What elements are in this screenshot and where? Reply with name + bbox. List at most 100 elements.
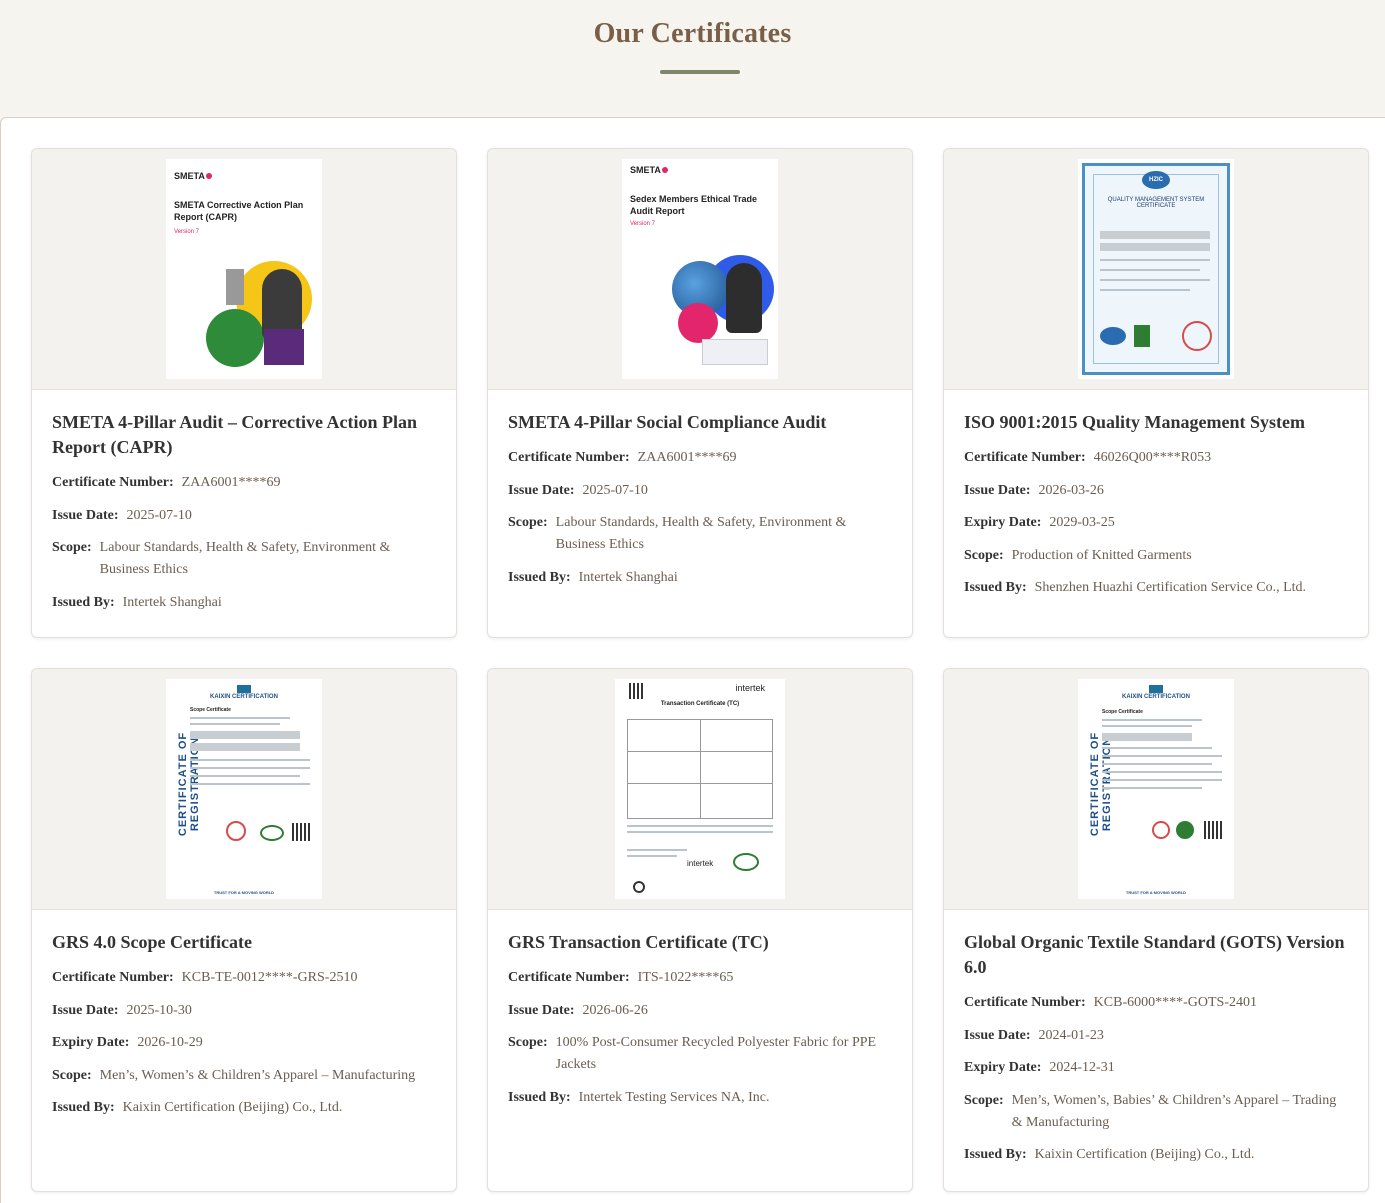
grs-logo-icon [733, 853, 759, 871]
certificate-title: Global Organic Textile Standard (GOTS) V… [964, 932, 1345, 977]
certificate-number: ITS-1022****65 [637, 970, 734, 985]
hzic-badge: HZIC [1142, 171, 1170, 189]
gots-logo-icon [1176, 821, 1194, 839]
issued-by: Intertek Shanghai [122, 594, 222, 610]
certificate-title: GRS Transaction Certificate (TC) [508, 932, 769, 952]
thumbnail-footer: TRUST FOR A MOVING WORLD [213, 890, 275, 895]
thumbnail-title: SMETA Corrective Action Plan Report (CAP… [174, 200, 304, 222]
certificate-number: KCB-TE-0012****-GRS-2510 [181, 970, 358, 985]
issued-by-row: Issued By: Kaixin Certification (Beijing)… [964, 1144, 1348, 1166]
gots-certificate-thumbnail[interactable]: CERTIFICATE OF REGISTRATION KAIXIN CERTI… [1078, 679, 1234, 899]
certificate-card-grs-scope[interactable]: CERTIFICATE OF REGISTRATION KAIXIN CERTI… [31, 668, 457, 1192]
grs-tc-certificate-thumbnail[interactable]: intertek Transaction Certificate (TC) in… [615, 679, 785, 899]
issue-date: 2025-07-10 [126, 507, 192, 523]
scope-row: Scope: Labour Standards, Health & Safety,… [52, 537, 436, 581]
certificate-number-row: Certificate Number: KCB-TE-0012****-GRS-2… [52, 967, 436, 989]
thumbnail-title: QUALITY MANAGEMENT SYSTEM CERTIFICATE [1107, 197, 1205, 209]
certificate-number-row: Certificate Number: ITS-1022****65 [508, 967, 892, 989]
issue-date-row: Issue Date: 2024-01-23 [964, 1025, 1348, 1047]
certificate-image-container: CERTIFICATE OF REGISTRATION KAIXIN CERTI… [32, 669, 456, 910]
scope: Labour Standards, Health & Safety, Envir… [555, 515, 847, 552]
certificate-title: GRS 4.0 Scope Certificate [52, 932, 252, 952]
thumbnail-heading: Transaction Certificate (TC) [660, 701, 740, 707]
certificate-details: SMETA 4-Pillar Social Compliance Audit C… [488, 390, 912, 615]
issue-date: 2025-10-30 [126, 1002, 192, 1018]
thumbnail-heading: Scope Certificate [1102, 709, 1143, 715]
certificate-card-smeta-audit[interactable]: SMETA Sedex Members Ethical Trade Audit … [487, 148, 913, 638]
certificate-image-container: CERTIFICATE OF REGISTRATION KAIXIN CERTI… [944, 669, 1368, 910]
scope: Men’s, Women’s, Babies’ & Children’s App… [1011, 1092, 1337, 1130]
scope: Production of Knitted Garments [1011, 547, 1192, 563]
smeta-audit-document-thumbnail[interactable]: SMETA Sedex Members Ethical Trade Audit … [622, 159, 778, 379]
certificate-image-container: HZIC QUALITY MANAGEMENT SYSTEM CERTIFICA… [944, 149, 1368, 390]
qr-code-icon [292, 823, 310, 841]
expiry-date: 2024-12-31 [1049, 1060, 1115, 1075]
green-circle-graphic [206, 309, 264, 367]
certificate-number: 46026Q00****R053 [1093, 450, 1212, 465]
certificate-image-container: SMETA SMETA Corrective Action Plan Repor… [32, 149, 456, 390]
iso-certificate-thumbnail[interactable]: HZIC QUALITY MANAGEMENT SYSTEM CERTIFICA… [1078, 159, 1234, 379]
certificate-of-registration-vertical-text: CERTIFICATE OF REGISTRATION [1089, 731, 1113, 837]
issue-date-row: Issue Date: 2026-06-26 [508, 1000, 892, 1022]
grs-scope-certificate-thumbnail[interactable]: CERTIFICATE OF REGISTRATION KAIXIN CERTI… [166, 679, 322, 899]
issued-by: Intertek Shanghai [578, 569, 678, 585]
page-title: Our Certificates [593, 18, 792, 49]
issue-date: 2024-01-23 [1038, 1027, 1104, 1043]
certificate-card-iso-9001[interactable]: HZIC QUALITY MANAGEMENT SYSTEM CERTIFICA… [943, 148, 1369, 638]
scope-row: Scope: Labour Standards, Health & Safety,… [508, 512, 892, 556]
laptop-graphic [702, 339, 768, 365]
certificate-number-row: Certificate Number: ZAA6001****69 [508, 447, 892, 469]
certificate-card-gots[interactable]: CERTIFICATE OF REGISTRATION KAIXIN CERTI… [943, 668, 1369, 1192]
issue-date-row: Issue Date: 2025-07-10 [52, 505, 436, 527]
title-underline [660, 70, 740, 74]
grs-logo-icon [260, 825, 284, 841]
scope-row: Scope: Men’s, Women’s, Babies’ & Children… [964, 1090, 1348, 1134]
certificate-image-container: SMETA Sedex Members Ethical Trade Audit … [488, 149, 912, 390]
certificate-title: SMETA 4-Pillar Social Compliance Audit [508, 412, 827, 432]
scope: Men’s, Women’s & Children’s Apparel – Ma… [99, 1067, 416, 1083]
certificate-number: ZAA6001****69 [181, 475, 281, 490]
intertek-logo: intertek [735, 683, 765, 693]
expiry-date: 2026-10-29 [137, 1035, 203, 1050]
scope: 100% Post-Consumer Recycled Polyester Fa… [555, 1035, 877, 1072]
certificate-number: ZAA6001****69 [637, 450, 737, 465]
certificate-details: ISO 9001:2015 Quality Management System … [944, 390, 1368, 626]
scope-row: Scope: 100% Post-Consumer Recycled Polyes… [508, 1032, 892, 1076]
smeta-capr-document-thumbnail[interactable]: SMETA SMETA Corrective Action Plan Repor… [166, 159, 322, 379]
certificate-details: Global Organic Textile Standard (GOTS) V… [944, 910, 1368, 1191]
pink-circle-graphic [678, 303, 718, 343]
certificate-card-smeta-capr[interactable]: SMETA SMETA Corrective Action Plan Repor… [31, 148, 457, 638]
kaixin-logo: KAIXIN CERTIFICATION [166, 685, 322, 700]
issued-by: Shenzhen Huazhi Certification Service Co… [1034, 580, 1307, 595]
certificate-details: SMETA 4-Pillar Audit – Corrective Action… [32, 390, 456, 637]
stack-graphic [226, 269, 244, 305]
issue-date: 2026-06-26 [582, 1002, 648, 1018]
certificate-title: ISO 9001:2015 Quality Management System [964, 412, 1305, 432]
issued-by-row: Issued By: Kaixin Certification (Beijing)… [52, 1097, 436, 1119]
expiry-date-row: Expiry Date: 2026-10-29 [52, 1032, 436, 1054]
certificate-of-registration-vertical-text: CERTIFICATE OF REGISTRATION [177, 731, 201, 837]
issued-by-row: Issued By: Shenzhen Huazhi Certification … [964, 577, 1348, 599]
intertek-stamp-logo: intertek [687, 859, 714, 868]
signature-icon [633, 881, 645, 893]
thumbnail-footer: TRUST FOR A MOVING WORLD [1125, 890, 1187, 895]
certificate-image-container: intertek Transaction Certificate (TC) in… [488, 669, 912, 910]
scope: Labour Standards, Health & Safety, Envir… [99, 540, 391, 577]
certificate-card-grs-tc[interactable]: intertek Transaction Certificate (TC) in… [487, 668, 913, 1192]
issue-date-row: Issue Date: 2025-10-30 [52, 1000, 436, 1022]
certificate-title: SMETA 4-Pillar Audit – Corrective Action… [52, 412, 417, 457]
qr-code-icon [629, 683, 645, 699]
certificate-details: GRS Transaction Certificate (TC) Certifi… [488, 910, 912, 1135]
issued-by-row: Issued By: Intertek Shanghai [52, 592, 436, 614]
thumbnail-version: Version 7 [630, 221, 656, 227]
scope-row: Scope: Production of Knitted Garments [964, 545, 1348, 567]
seal-icon [226, 821, 246, 841]
qr-code-icon [1204, 821, 1222, 839]
issued-by: Kaixin Certification (Beijing) Co., Ltd. [1034, 1147, 1255, 1162]
person-graphic [726, 263, 762, 333]
certificate-number-row: Certificate Number: KCB-6000****-GOTS-240… [964, 992, 1348, 1014]
issued-by-row: Issued By: Intertek Testing Services NA, … [508, 1087, 892, 1109]
issue-date: 2025-07-10 [582, 482, 648, 498]
thumbnail-version: Version 7 [174, 229, 200, 235]
issued-by-row: Issued By: Intertek Shanghai [508, 567, 892, 589]
